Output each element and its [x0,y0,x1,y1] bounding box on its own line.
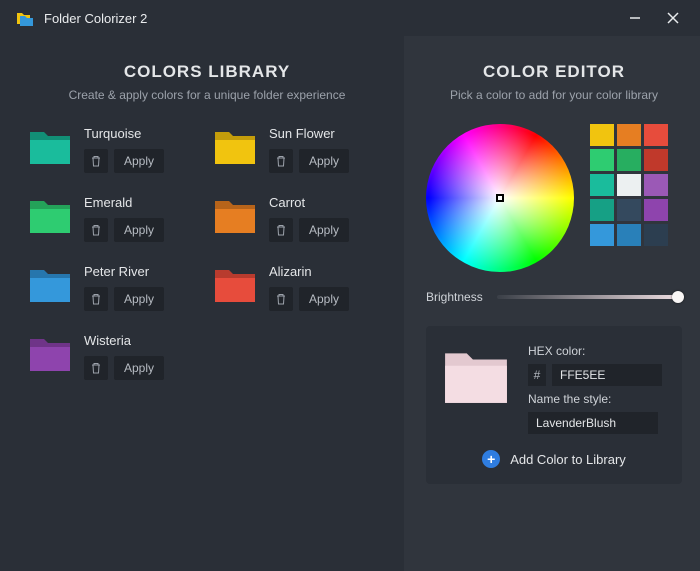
palette-swatch[interactable] [644,124,668,146]
add-color-button[interactable]: + Add Color to Library [442,450,666,468]
name-label: Name the style: [528,392,666,406]
library-heading: COLORS LIBRARY [28,62,386,82]
palette-swatch[interactable] [617,199,641,221]
palette-swatch[interactable] [617,174,641,196]
palette-swatch[interactable] [617,224,641,246]
apply-swatch-button[interactable]: Apply [114,149,164,173]
add-color-label: Add Color to Library [510,452,626,467]
folder-icon [213,126,257,166]
delete-swatch-button[interactable] [269,218,293,242]
delete-swatch-button[interactable] [269,287,293,311]
preview-folder-icon [442,344,510,406]
brightness-slider-thumb[interactable] [672,291,684,303]
library-swatch: Peter River Apply [28,264,201,311]
app-title: Folder Colorizer 2 [44,11,616,26]
folder-icon [28,333,72,373]
palette-swatch[interactable] [590,174,614,196]
hex-label: HEX color: [528,344,666,358]
palette-swatch[interactable] [590,199,614,221]
swatch-name: Emerald [84,195,164,210]
apply-swatch-button[interactable]: Apply [114,287,164,311]
swatch-name: Alizarin [269,264,349,279]
folder-icon [213,264,257,304]
preview-panel: HEX color: # Name the style: + Add Color… [426,326,682,484]
color-editor-panel: COLOR EDITOR Pick a color to add for you… [404,36,700,571]
brightness-label: Brightness [426,290,483,304]
hex-hash: # [528,364,546,386]
titlebar: Folder Colorizer 2 [0,0,700,36]
palette-swatch[interactable] [590,124,614,146]
editor-subtitle: Pick a color to add for your color libra… [426,88,682,102]
apply-swatch-button[interactable]: Apply [299,218,349,242]
folder-icon [28,126,72,166]
minimize-button[interactable] [616,0,654,36]
colors-library-panel: COLORS LIBRARY Create & apply colors for… [0,36,404,571]
folder-icon [28,264,72,304]
preset-palette [590,124,668,246]
swatch-name: Peter River [84,264,164,279]
palette-swatch[interactable] [617,124,641,146]
swatch-name: Carrot [269,195,349,210]
delete-swatch-button[interactable] [84,218,108,242]
library-swatch: Emerald Apply [28,195,201,242]
delete-swatch-button[interactable] [269,149,293,173]
library-swatch: Wisteria Apply [28,333,201,380]
plus-icon: + [482,450,500,468]
apply-swatch-button[interactable]: Apply [114,218,164,242]
palette-swatch[interactable] [644,174,668,196]
apply-swatch-button[interactable]: Apply [299,287,349,311]
swatch-name: Wisteria [84,333,164,348]
swatch-name: Sun Flower [269,126,349,141]
color-wheel-cursor[interactable] [496,194,504,202]
palette-swatch[interactable] [644,149,668,171]
hex-input[interactable] [552,364,662,386]
palette-swatch[interactable] [590,149,614,171]
style-name-input[interactable] [528,412,658,434]
library-swatch: Turquoise Apply [28,126,201,173]
palette-swatch[interactable] [644,224,668,246]
palette-swatch[interactable] [617,149,641,171]
brightness-slider[interactable] [497,295,682,299]
color-wheel[interactable] [426,124,574,272]
library-swatch: Sun Flower Apply [213,126,386,173]
close-button[interactable] [654,0,692,36]
delete-swatch-button[interactable] [84,287,108,311]
delete-swatch-button[interactable] [84,356,108,380]
apply-swatch-button[interactable]: Apply [114,356,164,380]
editor-heading: COLOR EDITOR [426,62,682,82]
palette-swatch[interactable] [590,224,614,246]
swatch-name: Turquoise [84,126,164,141]
library-swatch: Carrot Apply [213,195,386,242]
folder-icon [213,195,257,235]
palette-swatch[interactable] [644,199,668,221]
delete-swatch-button[interactable] [84,149,108,173]
apply-swatch-button[interactable]: Apply [299,149,349,173]
library-subtitle: Create & apply colors for a unique folde… [28,88,386,102]
library-swatch: Alizarin Apply [213,264,386,311]
folder-icon [28,195,72,235]
app-logo-icon [16,9,34,27]
